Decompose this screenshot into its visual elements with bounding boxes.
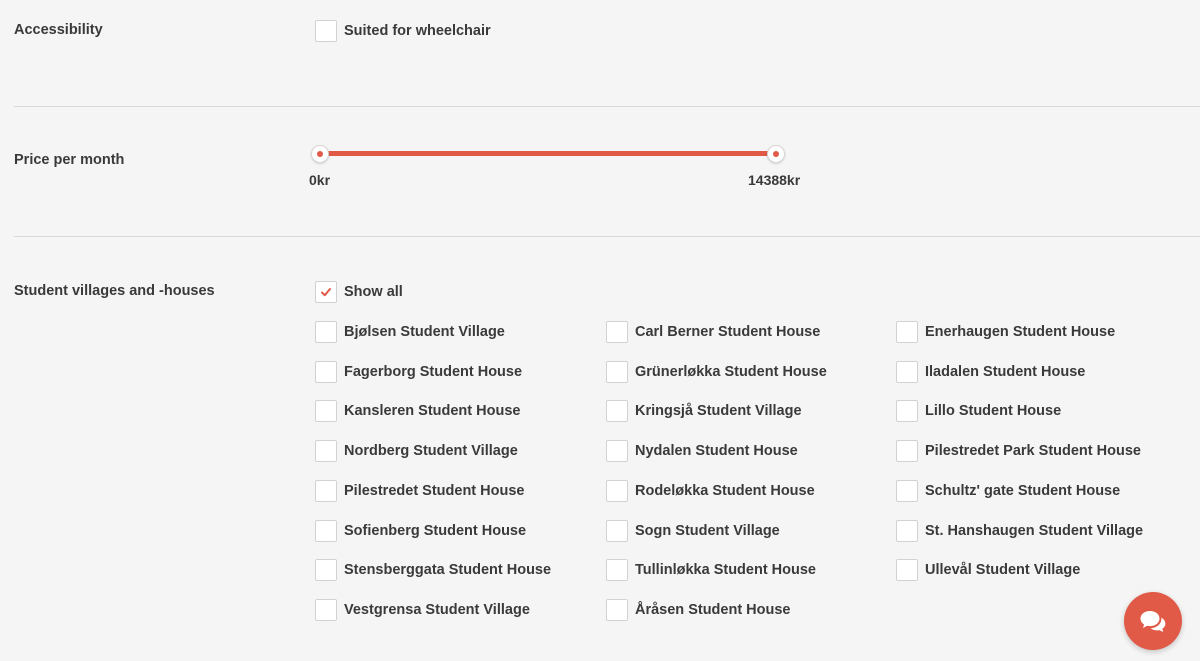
price-slider-track[interactable]: [320, 151, 776, 156]
village-checkbox[interactable]: [315, 599, 337, 621]
village-checkbox[interactable]: [896, 361, 918, 383]
section-divider: [14, 236, 1200, 237]
village-checkbox[interactable]: [315, 400, 337, 422]
village-option[interactable]: Lillo Student House: [896, 400, 1061, 422]
village-option[interactable]: Pilestredet Student House: [315, 480, 524, 502]
village-option[interactable]: Rodeløkka Student House: [606, 480, 815, 502]
village-option[interactable]: Ullevål Student Village: [896, 559, 1080, 581]
village-checkbox[interactable]: [606, 361, 628, 383]
village-label: Enerhaugen Student House: [925, 324, 1116, 340]
accessibility-heading: Accessibility: [14, 22, 103, 38]
village-option[interactable]: Bjølsen Student Village: [315, 321, 505, 343]
village-label: Pilestredet Park Student House: [925, 443, 1141, 459]
village-label: Carl Berner Student House: [635, 324, 821, 340]
village-option[interactable]: Tullinløkka Student House: [606, 559, 816, 581]
village-option[interactable]: Kansleren Student House: [315, 400, 520, 422]
village-label: Nordberg Student Village: [344, 443, 518, 459]
village-option[interactable]: Vestgrensa Student Village: [315, 599, 530, 621]
village-option[interactable]: Nydalen Student House: [606, 440, 798, 462]
village-label: Tullinløkka Student House: [635, 562, 816, 578]
check-icon: [321, 288, 331, 297]
village-checkbox[interactable]: [606, 559, 628, 581]
village-label: Sofienberg Student House: [344, 523, 527, 539]
village-label: Stensberggata Student House: [344, 562, 552, 578]
show-all-label: Show all: [344, 284, 403, 300]
village-option[interactable]: Nordberg Student Village: [315, 440, 518, 462]
price-min-value: 0kr: [309, 172, 331, 188]
village-checkbox[interactable]: [896, 400, 918, 422]
village-label: Grünerløkka Student House: [635, 364, 827, 380]
village-option[interactable]: Carl Berner Student House: [606, 321, 820, 343]
village-option[interactable]: Schultz' gate Student House: [896, 480, 1120, 502]
village-label: Vestgrensa Student Village: [344, 602, 530, 618]
village-checkbox[interactable]: [315, 480, 337, 502]
village-label: Rodeløkka Student House: [635, 483, 815, 499]
village-option[interactable]: St. Hanshaugen Student Village: [896, 520, 1143, 542]
village-option[interactable]: Pilestredet Park Student House: [896, 440, 1141, 462]
village-checkbox[interactable]: [896, 321, 918, 343]
village-option[interactable]: Sofienberg Student House: [315, 520, 526, 542]
handle-dot: [317, 150, 323, 157]
village-label: Fagerborg Student House: [344, 364, 523, 380]
village-checkbox[interactable]: [606, 599, 628, 621]
village-option[interactable]: Stensberggata Student House: [315, 559, 551, 581]
village-option[interactable]: Åråsen Student House: [606, 599, 791, 621]
village-option[interactable]: Sogn Student Village: [606, 520, 780, 542]
village-checkbox[interactable]: [896, 559, 918, 581]
village-label: Kansleren Student House: [344, 403, 521, 419]
show-all-checkbox[interactable]: [315, 281, 337, 303]
village-checkbox[interactable]: [315, 559, 337, 581]
village-label: Sogn Student Village: [635, 523, 780, 539]
wheelchair-checkbox[interactable]: [315, 20, 337, 42]
village-label: Pilestredet Student House: [344, 483, 525, 499]
village-label: Nydalen Student House: [635, 443, 798, 459]
village-checkbox[interactable]: [606, 440, 628, 462]
village-checkbox[interactable]: [315, 440, 337, 462]
village-label: Åråsen Student House: [635, 602, 791, 618]
village-option[interactable]: Grünerløkka Student House: [606, 361, 827, 383]
village-checkbox[interactable]: [606, 321, 628, 343]
village-checkbox[interactable]: [315, 520, 337, 542]
village-checkbox[interactable]: [896, 480, 918, 502]
village-checkbox[interactable]: [606, 400, 628, 422]
village-label: Bjølsen Student Village: [344, 324, 505, 340]
handle-dot: [773, 150, 779, 157]
village-label: Iladalen Student House: [925, 364, 1086, 380]
price-max-handle[interactable]: [767, 144, 785, 163]
wheelchair-option[interactable]: Suited for wheelchair: [315, 20, 491, 42]
village-option[interactable]: Kringsjå Student Village: [606, 400, 802, 422]
villages-heading: Student villages and -houses: [14, 283, 215, 299]
village-checkbox[interactable]: [315, 321, 337, 343]
price-max-value: 14388kr: [748, 172, 801, 188]
village-checkbox[interactable]: [606, 520, 628, 542]
village-label: Kringsjå Student Village: [635, 403, 802, 419]
village-label: Ullevål Student Village: [925, 562, 1081, 578]
show-all-option[interactable]: Show all: [315, 281, 403, 303]
village-label: Lillo Student House: [925, 403, 1062, 419]
village-checkbox[interactable]: [315, 361, 337, 383]
chat-bubbles-icon: [1140, 611, 1166, 632]
village-label: St. Hanshaugen Student Village: [925, 523, 1144, 539]
village-label: Schultz' gate Student House: [925, 483, 1121, 499]
village-checkbox[interactable]: [896, 520, 918, 542]
village-checkbox[interactable]: [896, 440, 918, 462]
price-min-handle[interactable]: [311, 144, 329, 163]
village-option[interactable]: Fagerborg Student House: [315, 361, 522, 383]
wheelchair-label: Suited for wheelchair: [344, 23, 491, 39]
village-option[interactable]: Enerhaugen Student House: [896, 321, 1115, 343]
village-option[interactable]: Iladalen Student House: [896, 361, 1085, 383]
village-checkbox[interactable]: [606, 480, 628, 502]
price-heading: Price per month: [14, 152, 125, 168]
chat-button[interactable]: [1124, 592, 1182, 650]
section-divider: [14, 106, 1200, 107]
